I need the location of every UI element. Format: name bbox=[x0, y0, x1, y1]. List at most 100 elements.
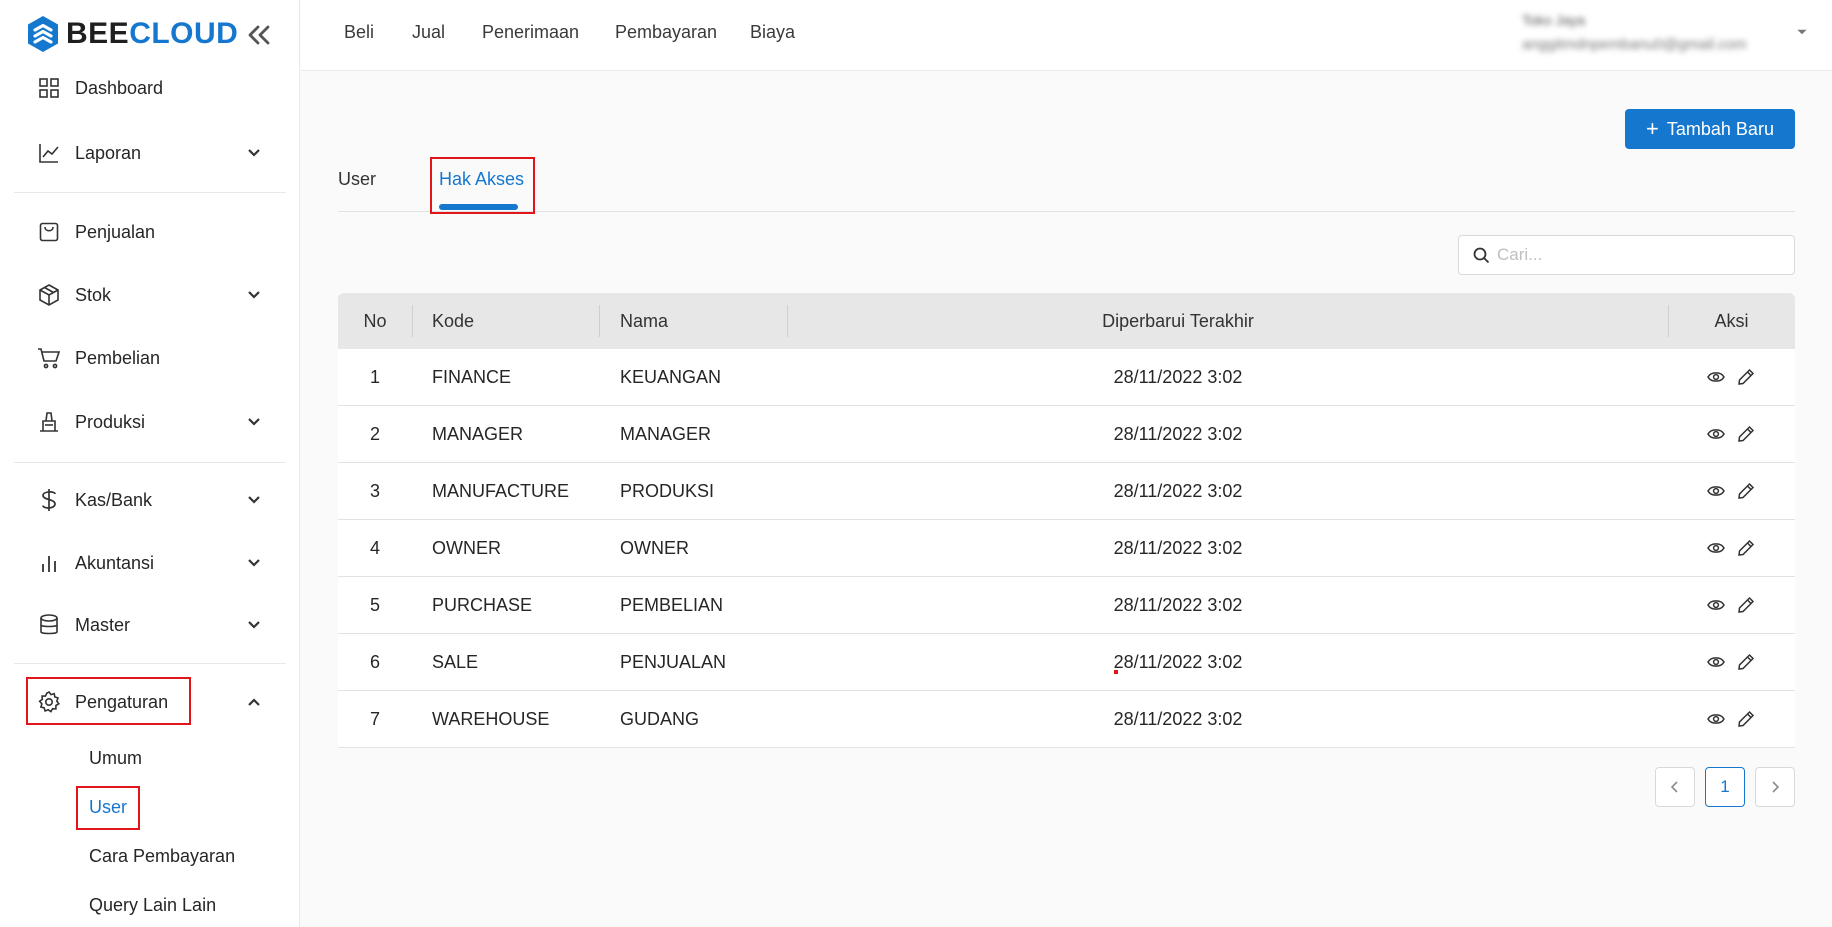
brand-logo[interactable]: BEECLOUD bbox=[26, 14, 238, 54]
pencil-icon[interactable] bbox=[1736, 709, 1756, 729]
tab-hak-akses[interactable]: Hak Akses bbox=[439, 169, 524, 190]
plus-icon: + bbox=[1646, 116, 1659, 141]
chevron-down-icon bbox=[244, 490, 264, 510]
sidebar-divider bbox=[14, 663, 286, 664]
chevron-right-icon bbox=[1772, 781, 1780, 793]
dollar-icon bbox=[37, 488, 61, 512]
header-separator bbox=[412, 305, 413, 337]
sidebar-item-label: Pembelian bbox=[75, 347, 161, 368]
row-actions bbox=[1706, 538, 1766, 560]
eye-icon[interactable] bbox=[1706, 652, 1726, 672]
user-email: anggitmdnpembanu0@gmail.com bbox=[1522, 36, 1747, 53]
cell-kode: OWNER bbox=[432, 538, 501, 558]
tab-user[interactable]: User bbox=[338, 169, 376, 190]
pencil-icon[interactable] bbox=[1736, 595, 1756, 615]
search-input[interactable] bbox=[1497, 242, 1787, 268]
cell-updated: 28/11/2022 3:02 bbox=[1113, 709, 1243, 729]
active-tab-indicator bbox=[439, 204, 518, 210]
cell-no: 4 bbox=[369, 538, 380, 558]
sidebar-item-kas-bank[interactable]: Kas/Bank bbox=[0, 478, 300, 522]
sidebar-subitem-user[interactable]: User bbox=[89, 797, 127, 818]
sidebar-item-pembelian[interactable]: Pembelian bbox=[0, 336, 300, 380]
pagination-prev-button[interactable] bbox=[1655, 767, 1695, 807]
header-nama[interactable]: Nama bbox=[620, 311, 668, 332]
bee-logo-icon bbox=[28, 16, 58, 52]
sidebar-item-produksi[interactable]: Produksi bbox=[0, 400, 300, 444]
tabs: User Hak Akses bbox=[338, 160, 1795, 212]
cell-nama: PENJUALAN bbox=[620, 652, 727, 672]
sidebar-item-laporan[interactable]: Laporan bbox=[0, 131, 300, 175]
topnav-penerimaan[interactable]: Penerimaan bbox=[482, 22, 579, 43]
sidebar-item-label: Dashboard bbox=[75, 77, 164, 98]
cell-kode: PURCHASE bbox=[432, 595, 533, 615]
cell-updated: 28/11/2022 3:02 bbox=[1113, 481, 1243, 501]
pencil-icon[interactable] bbox=[1736, 481, 1756, 501]
chevron-down-icon bbox=[244, 615, 264, 635]
sidebar-divider bbox=[14, 192, 286, 193]
add-new-button[interactable]: + Tambah Baru bbox=[1625, 109, 1795, 149]
chevron-down-icon bbox=[244, 143, 264, 163]
collapse-sidebar-button[interactable] bbox=[244, 20, 274, 50]
sidebar-item-master[interactable]: Master bbox=[0, 603, 300, 647]
table-row: 4 OWNER OWNER 28/11/2022 3:02 bbox=[338, 520, 1795, 577]
sidebar-item-dashboard[interactable]: Dashboard bbox=[0, 66, 300, 110]
row-actions bbox=[1706, 652, 1766, 674]
row-actions bbox=[1706, 367, 1766, 389]
brand-name: BEECLOUD bbox=[66, 17, 239, 50]
eye-icon[interactable] bbox=[1706, 538, 1726, 558]
pagination-next-button[interactable] bbox=[1755, 767, 1795, 807]
sidebar-divider bbox=[14, 462, 286, 463]
cell-nama: MANAGER bbox=[620, 424, 712, 444]
table-row: 2 MANAGER MANAGER 28/11/2022 3:02 bbox=[338, 406, 1795, 463]
add-new-label: Tambah Baru bbox=[1666, 118, 1774, 139]
caret-down-icon[interactable] bbox=[1794, 24, 1810, 40]
sidebar-item-penjualan[interactable]: Penjualan bbox=[0, 210, 300, 254]
pencil-icon[interactable] bbox=[1736, 424, 1756, 444]
topnav-jual[interactable]: Jual bbox=[412, 22, 445, 43]
cell-updated: 28/11/2022 3:02 bbox=[1113, 424, 1243, 444]
header-kode[interactable]: Kode bbox=[432, 311, 474, 332]
pagination-page-1[interactable]: 1 bbox=[1705, 767, 1745, 807]
header-no[interactable]: No bbox=[338, 311, 412, 332]
cell-kode: FINANCE bbox=[432, 367, 512, 387]
table-row: 3 MANUFACTURE PRODUKSI 28/11/2022 3:02 bbox=[338, 463, 1795, 520]
cell-updated: 28/11/2022 3:02 bbox=[1113, 367, 1243, 387]
eye-icon[interactable] bbox=[1706, 424, 1726, 444]
cell-no: 7 bbox=[369, 709, 380, 729]
pencil-icon[interactable] bbox=[1736, 538, 1756, 558]
cell-nama: PRODUKSI bbox=[620, 481, 715, 501]
pencil-icon[interactable] bbox=[1736, 652, 1756, 672]
user-name: Toko Jaya bbox=[1522, 12, 1586, 28]
row-actions bbox=[1706, 424, 1766, 446]
cell-no: 5 bbox=[369, 595, 380, 615]
box-icon bbox=[37, 283, 61, 307]
sidebar-subitem-umum[interactable]: Umum bbox=[89, 748, 142, 769]
cell-no: 3 bbox=[369, 481, 380, 501]
table-row: 7 WAREHOUSE GUDANG 28/11/2022 3:02 bbox=[338, 691, 1795, 748]
search-box[interactable] bbox=[1458, 235, 1795, 275]
sidebar-subitem-cara-pembayaran[interactable]: Cara Pembayaran bbox=[89, 846, 235, 867]
pencil-icon[interactable] bbox=[1736, 367, 1756, 387]
cell-nama: PEMBELIAN bbox=[620, 595, 724, 615]
user-menu[interactable]: Toko Jaya anggitmdnpembanu0@gmail.com bbox=[1522, 10, 1782, 58]
topnav-pembayaran[interactable]: Pembayaran bbox=[615, 22, 717, 43]
topnav-beli[interactable]: Beli bbox=[344, 22, 374, 43]
access-table: No Kode Nama Diperbarui Terakhir Aksi 1 F… bbox=[338, 293, 1795, 748]
eye-icon[interactable] bbox=[1706, 709, 1726, 729]
sidebar-item-pengaturan[interactable]: Pengaturan bbox=[0, 680, 300, 724]
sidebar-item-akuntansi[interactable]: Akuntansi bbox=[0, 541, 300, 585]
chevron-down-icon bbox=[244, 553, 264, 573]
header-updated[interactable]: Diperbarui Terakhir bbox=[788, 311, 1568, 332]
eye-icon[interactable] bbox=[1706, 367, 1726, 387]
cell-no: 2 bbox=[369, 424, 380, 444]
sidebar-item-stok[interactable]: Stok bbox=[0, 273, 300, 317]
sidebar-item-label: Penjualan bbox=[75, 221, 156, 242]
double-chevron-left-icon bbox=[248, 25, 270, 45]
topnav-biaya[interactable]: Biaya bbox=[750, 22, 795, 43]
sidebar-subitem-query-lain-lain[interactable]: Query Lain Lain bbox=[89, 895, 216, 916]
row-actions bbox=[1706, 595, 1766, 617]
sidebar-item-label: Produksi bbox=[75, 411, 146, 432]
eye-icon[interactable] bbox=[1706, 481, 1726, 501]
table-row: 1 FINANCE KEUANGAN 28/11/2022 3:02 bbox=[338, 349, 1795, 406]
eye-icon[interactable] bbox=[1706, 595, 1726, 615]
